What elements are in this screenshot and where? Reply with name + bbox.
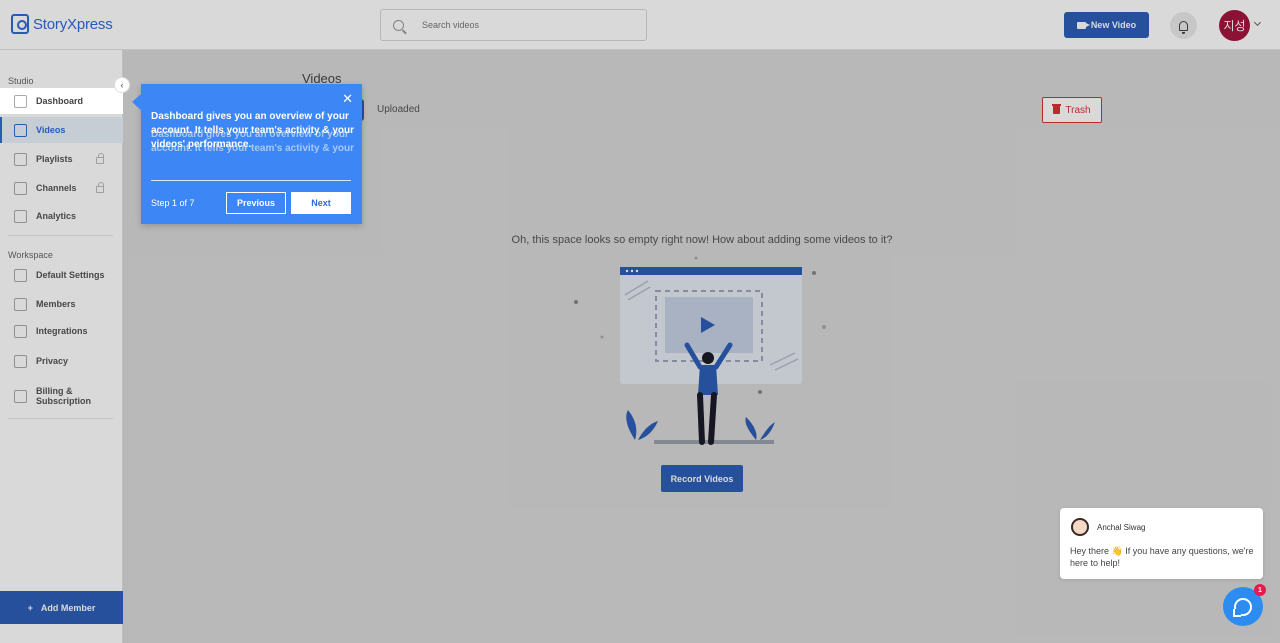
dashboard-icon [14,94,27,108]
chat-message: Hey there 👋 If you have any questions, w… [1070,546,1254,568]
agent-name: Anchal Siwag [1097,523,1146,532]
sidebar-item-dashboard[interactable]: Dashboard [0,88,123,114]
chat-preview-card[interactable]: Anchal Siwag Hey there 👋 If you have any… [1060,508,1263,579]
unread-badge: 1 [1254,584,1266,596]
tour-step-counter: Step 1 of 7 [151,198,195,208]
tour-pointer [132,94,141,110]
tour-description: Dashboard gives you an overview of your … [151,111,354,150]
close-icon[interactable]: ✕ [342,92,353,105]
previous-button[interactable]: Previous [226,192,286,214]
collapse-sidebar-button[interactable]: ‹ [114,77,130,93]
next-button[interactable]: Next [291,192,351,214]
sidebar-item-label: Dashboard [36,96,84,106]
tour-popover: ✕ Dashboard gives you an overview of you… [132,84,362,224]
agent-avatar [1071,518,1089,536]
chat-icon [1233,597,1252,617]
tour-divider [151,180,351,181]
